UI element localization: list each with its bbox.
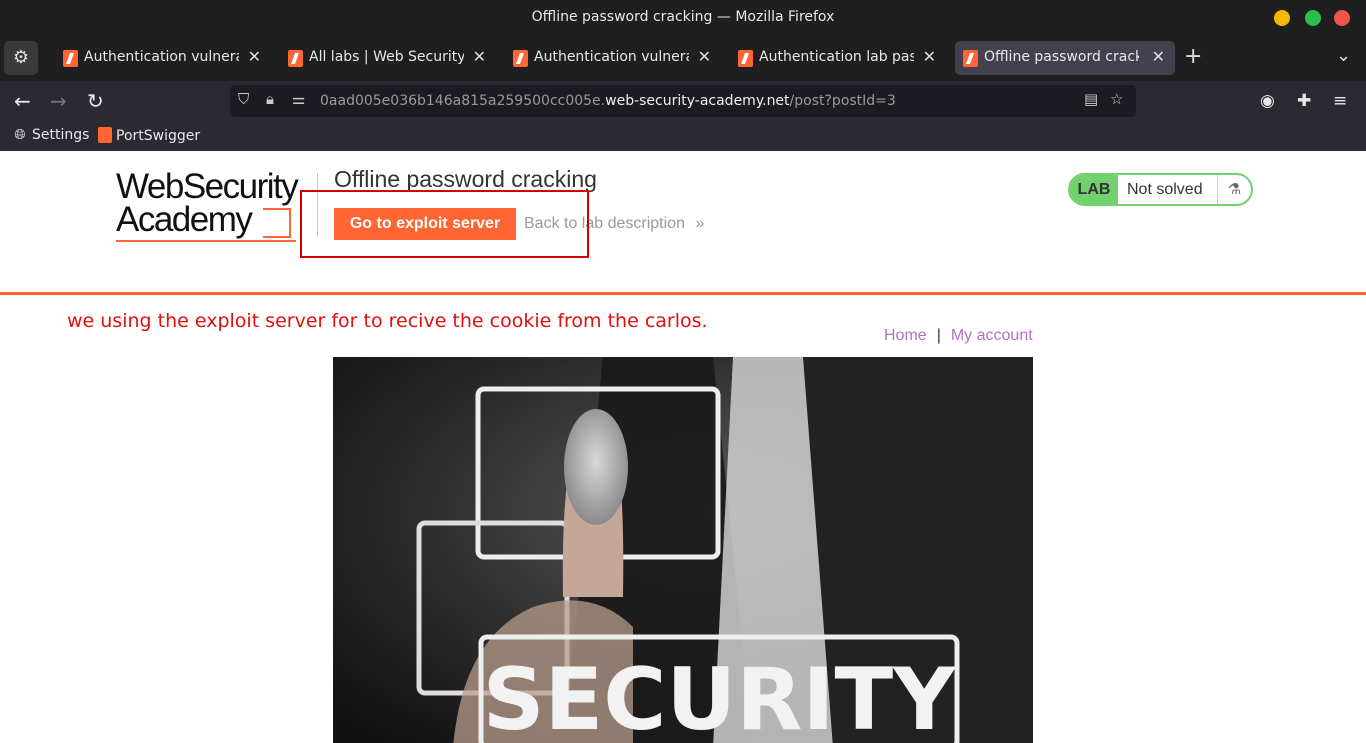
reader-view-icon[interactable]: ▤ xyxy=(1084,90,1098,108)
tab-strip: ⚙ Authentication vulnerabil ✕ All labs |… xyxy=(0,36,1366,81)
nav-separator: | xyxy=(936,327,941,344)
security-fingerprint-image: SECURITY xyxy=(333,357,1033,743)
url-text[interactable]: 0aad005e036b146a815a259500cc005e.web-sec… xyxy=(320,93,896,109)
portswigger-icon xyxy=(738,50,753,67)
portswigger-icon xyxy=(288,50,303,67)
tab-all-labs[interactable]: All labs | Web Security Ac ✕ xyxy=(280,41,496,75)
maximize-button[interactable] xyxy=(1305,10,1321,26)
permissions-icon[interactable]: ⚌ xyxy=(292,90,305,108)
tab-label: Authentication lab passw xyxy=(759,49,914,65)
bookmarks-toolbar: 🌐︎ Settings PortSwigger xyxy=(0,123,1366,151)
url-domain: web-security-academy.net xyxy=(605,93,790,109)
lab-badge: LAB xyxy=(1070,175,1118,204)
annotation-note: we using the exploit server for to reciv… xyxy=(67,310,708,332)
tab-authentication-vulnerabilities-1[interactable]: Authentication vulnerabil ✕ xyxy=(55,41,271,75)
bookmark-portswigger[interactable]: PortSwigger xyxy=(98,127,200,144)
url-bar[interactable]: ⛉ 🔒︎ ⚌ 0aad005e036b146a815a259500cc005e.… xyxy=(230,85,1136,117)
close-icon[interactable]: ✕ xyxy=(473,47,486,66)
url-path: /post?postId=3 xyxy=(789,93,896,109)
portswigger-icon xyxy=(63,50,78,67)
window-titlebar: Offline password cracking — Mozilla Fire… xyxy=(0,0,1366,36)
shield-icon[interactable]: ⛉ xyxy=(238,90,249,108)
tab-authentication-vulnerabilities-2[interactable]: Authentication vulnerabil ✕ xyxy=(505,41,721,75)
close-icon[interactable]: ✕ xyxy=(698,47,711,66)
tab-label: All labs | Web Security Ac xyxy=(309,49,464,65)
close-icon[interactable]: ✕ xyxy=(248,47,261,66)
chevron-right-icon: » xyxy=(695,215,705,232)
lab-title: Offline password cracking xyxy=(334,166,597,192)
extensions-icon[interactable]: ✚ xyxy=(1297,91,1311,111)
web-security-academy-logo[interactable]: WebSecurity Academy xyxy=(116,167,299,242)
portswigger-icon xyxy=(963,50,978,67)
bookmark-star-icon[interactable]: ☆ xyxy=(1110,90,1123,108)
logo-bolt-icon xyxy=(263,208,291,238)
back-arrow-icon[interactable]: ← xyxy=(14,89,31,113)
bookmark-label: PortSwigger xyxy=(116,128,201,144)
hero-text: SECURITY xyxy=(483,650,958,743)
close-icon[interactable]: ✕ xyxy=(1152,47,1165,66)
flask-icon: ⚗ xyxy=(1217,175,1251,204)
header-rule xyxy=(0,292,1366,295)
tab-label: Authentication vulnerabil xyxy=(84,49,239,65)
new-tab-icon[interactable]: + xyxy=(1184,44,1202,69)
lock-icon[interactable]: 🔒︎ xyxy=(266,90,274,108)
minimize-button[interactable] xyxy=(1274,10,1290,26)
my-account-link[interactable]: My account xyxy=(951,327,1033,344)
tab-label: Offline password cracking xyxy=(984,49,1139,65)
navigation-toolbar: ← → ↻ ⛉ 🔒︎ ⚌ 0aad005e036b146a815a259500c… xyxy=(0,81,1366,123)
reload-icon[interactable]: ↻ xyxy=(87,89,104,113)
tab-offline-password-cracking[interactable]: Offline password cracking ✕ xyxy=(955,41,1175,75)
gear-icon[interactable]: ⚙ xyxy=(4,41,38,75)
menu-icon[interactable]: ≡ xyxy=(1333,91,1347,111)
page-content: WebSecurity Academy Offline password cra… xyxy=(0,151,1366,743)
url-prefix: 0aad005e036b146a815a259500cc005e. xyxy=(320,93,606,109)
account-icon[interactable]: ◉ xyxy=(1260,91,1275,111)
close-icon[interactable]: ✕ xyxy=(923,47,936,66)
blog-navigation: Home | My account xyxy=(884,327,1033,345)
window-title: Offline password cracking — Mozilla Fire… xyxy=(531,9,835,25)
annotation-highlight-box xyxy=(300,190,589,258)
globe-icon: 🌐︎ xyxy=(14,127,26,143)
logo-underline xyxy=(116,240,296,242)
tab-authentication-lab-passwords[interactable]: Authentication lab passw ✕ xyxy=(730,41,946,75)
chevron-down-icon[interactable]: ⌄ xyxy=(1336,45,1351,66)
tab-label: Authentication vulnerabil xyxy=(534,49,689,65)
forward-arrow-icon[interactable]: → xyxy=(50,89,67,113)
logo-line-1: WebSecurity xyxy=(116,167,299,206)
bookmark-label: Settings xyxy=(32,127,90,143)
blog-post-hero-image: SECURITY xyxy=(333,357,1033,743)
portswigger-icon xyxy=(98,127,112,143)
lab-status-widget: LAB Not solved ⚗ xyxy=(1068,173,1253,206)
portswigger-icon xyxy=(513,50,528,67)
close-window-button[interactable] xyxy=(1334,10,1350,26)
bookmark-settings[interactable]: 🌐︎ Settings xyxy=(12,127,89,143)
lab-status: Not solved xyxy=(1127,181,1203,198)
home-link[interactable]: Home xyxy=(884,327,927,344)
